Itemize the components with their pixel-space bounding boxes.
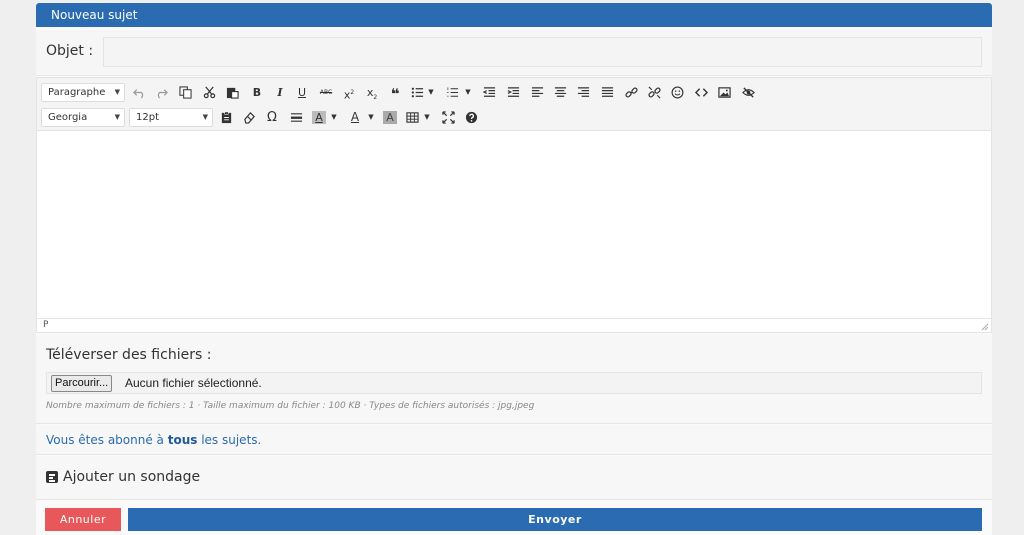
hide-icon[interactable] bbox=[738, 83, 758, 102]
element-path[interactable]: P bbox=[43, 320, 48, 330]
poll-icon bbox=[46, 471, 58, 483]
send-button[interactable]: Envoyer bbox=[128, 508, 982, 531]
chevron-down-icon: ▼ bbox=[202, 113, 208, 121]
italic-glyph: I bbox=[277, 86, 283, 99]
undo-icon[interactable] bbox=[129, 83, 149, 102]
subscription-bold: tous bbox=[167, 433, 198, 447]
bullet-list-dropdown[interactable]: ▼ bbox=[427, 83, 435, 102]
indent-icon[interactable] bbox=[503, 83, 523, 102]
cancel-button[interactable]: Annuler bbox=[45, 508, 121, 531]
text-color-glyph: A bbox=[350, 110, 360, 124]
subject-input[interactable] bbox=[103, 37, 982, 67]
omega-glyph: Ω bbox=[267, 110, 277, 125]
blockquote-icon[interactable]: ❝ bbox=[385, 83, 405, 103]
horizontal-rule-icon[interactable] bbox=[286, 108, 306, 127]
table-dropdown[interactable]: ▼ bbox=[423, 108, 431, 127]
rich-text-editor: Paragraphe ▼ B I U ABC x2 x2 ❝ ▼ ▼ Georg… bbox=[36, 77, 992, 333]
unlink-icon[interactable] bbox=[644, 83, 664, 102]
image-icon[interactable] bbox=[714, 83, 734, 102]
superscript-icon[interactable]: x2 bbox=[339, 83, 359, 102]
code-icon[interactable] bbox=[691, 83, 711, 102]
align-center-icon[interactable] bbox=[550, 83, 570, 102]
text-color-dropdown[interactable]: ▼ bbox=[367, 108, 375, 127]
chevron-down-icon: ▼ bbox=[114, 88, 120, 96]
italic-icon[interactable]: I bbox=[270, 83, 290, 102]
subscript-icon[interactable]: x2 bbox=[362, 83, 382, 102]
browse-button[interactable]: Parcourir... bbox=[51, 375, 113, 392]
paste-icon[interactable] bbox=[222, 83, 242, 102]
background-color-icon[interactable]: A bbox=[309, 108, 329, 127]
background-color-dropdown[interactable]: ▼ bbox=[330, 108, 338, 127]
block-format-select[interactable]: Paragraphe ▼ bbox=[41, 83, 125, 102]
align-left-icon[interactable] bbox=[527, 83, 547, 102]
file-input[interactable]: Parcourir... Aucun fichier sélectionné. bbox=[46, 372, 982, 394]
upload-title: Téléverser des fichiers : bbox=[46, 347, 212, 363]
strikethrough-icon[interactable]: ABC bbox=[316, 83, 336, 102]
outdent-icon[interactable] bbox=[479, 83, 499, 102]
text-color-icon[interactable]: A bbox=[345, 108, 365, 127]
subscription-suffix: les sujets. bbox=[197, 433, 262, 447]
eraser-icon[interactable] bbox=[239, 108, 259, 127]
copy-icon[interactable] bbox=[175, 83, 195, 102]
bg-color-glyph: A bbox=[312, 111, 326, 124]
font-family-select[interactable]: Georgia ▼ bbox=[41, 108, 125, 127]
highlight-icon[interactable]: A bbox=[380, 108, 400, 127]
bold-icon[interactable]: B bbox=[247, 83, 267, 102]
fullscreen-icon[interactable] bbox=[438, 108, 458, 127]
cut-icon[interactable] bbox=[199, 83, 219, 102]
font-size-select[interactable]: 12pt ▼ bbox=[129, 108, 213, 127]
bold-glyph: B bbox=[252, 86, 262, 99]
omega-icon[interactable]: Ω bbox=[262, 108, 282, 127]
resize-handle-icon[interactable] bbox=[981, 323, 989, 331]
align-right-icon[interactable] bbox=[573, 83, 593, 102]
editor-statusbar: P bbox=[37, 318, 991, 332]
table-icon[interactable] bbox=[402, 108, 422, 127]
numbered-list-dropdown[interactable]: ▼ bbox=[464, 83, 472, 102]
upload-section: Téléverser des fichiers : Parcourir... A… bbox=[36, 334, 992, 424]
subject-label: Objet : bbox=[46, 43, 94, 59]
link-icon[interactable] bbox=[621, 83, 641, 102]
add-poll-row[interactable]: Ajouter un sondage bbox=[36, 456, 992, 500]
form-title: Nouveau sujet bbox=[51, 8, 138, 22]
help-icon[interactable] bbox=[461, 108, 481, 127]
file-status: Aucun fichier sélectionné. bbox=[125, 376, 262, 390]
font-family-value: Georgia bbox=[48, 112, 88, 123]
align-justify-icon[interactable] bbox=[597, 83, 617, 102]
highlight-glyph: A bbox=[383, 111, 397, 124]
upload-hint: Nombre maximum de fichiers : 1 · Taille … bbox=[46, 401, 535, 411]
block-format-value: Paragraphe bbox=[48, 87, 106, 98]
form-header: Nouveau sujet bbox=[36, 3, 992, 27]
subscription-notice: Vous êtes abonné à tous les sujets. bbox=[36, 425, 992, 455]
subject-row: Objet : bbox=[36, 30, 992, 76]
emoticon-icon[interactable] bbox=[667, 83, 687, 102]
chevron-down-icon: ▼ bbox=[114, 113, 120, 121]
bullet-list-icon[interactable] bbox=[407, 83, 427, 102]
editor-content-area[interactable] bbox=[37, 132, 991, 318]
subscription-prefix: Vous êtes abonné à bbox=[46, 433, 168, 447]
new-topic-form: Nouveau sujet Objet : Paragraphe ▼ B I U… bbox=[36, 3, 992, 535]
redo-icon[interactable] bbox=[151, 83, 171, 102]
numbered-list-icon[interactable] bbox=[442, 83, 462, 102]
font-size-value: 12pt bbox=[136, 112, 159, 123]
add-poll-label[interactable]: Ajouter un sondage bbox=[63, 469, 200, 485]
paste-text-icon[interactable] bbox=[216, 108, 236, 127]
underline-icon[interactable]: U bbox=[292, 83, 312, 102]
underline-glyph: U bbox=[297, 86, 307, 99]
strike-glyph: ABC bbox=[319, 89, 333, 96]
editor-toolbar: Paragraphe ▼ B I U ABC x2 x2 ❝ ▼ ▼ Georg… bbox=[37, 78, 991, 131]
